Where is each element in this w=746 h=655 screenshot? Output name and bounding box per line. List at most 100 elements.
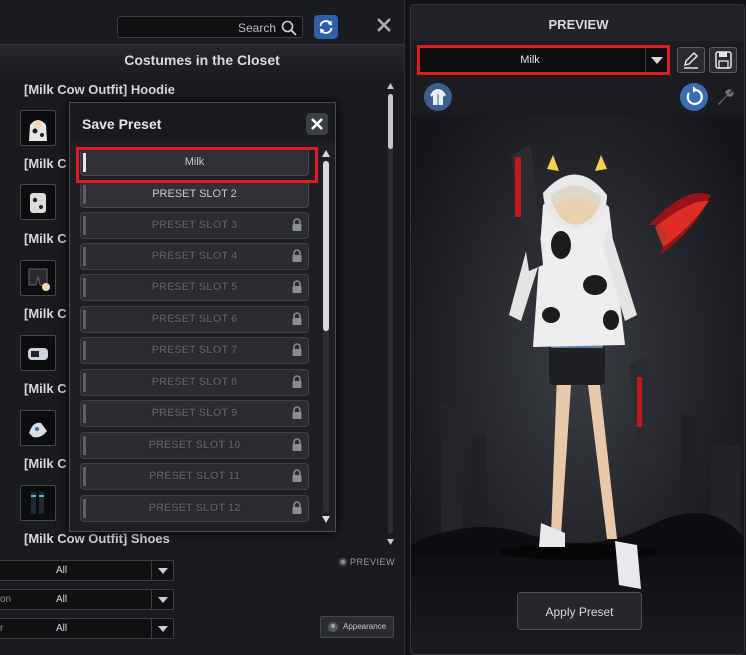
- preset-slot-locked[interactable]: PRESET SLOT 11: [80, 463, 309, 490]
- search-input[interactable]: Search: [117, 16, 303, 38]
- costume-thumbnail[interactable]: [20, 485, 56, 521]
- preset-slot[interactable]: Milk: [80, 149, 309, 176]
- search-icon[interactable]: [280, 19, 298, 37]
- preset-slot-locked[interactable]: PRESET SLOT 3: [80, 212, 309, 239]
- dialog-scroll-thumb[interactable]: [323, 161, 329, 331]
- slot-label: PRESET SLOT 2: [152, 188, 237, 200]
- slot-label: PRESET SLOT 8: [151, 376, 238, 388]
- accessory-thumbnail-icon: [28, 348, 48, 360]
- costume-thumbnail[interactable]: [20, 184, 56, 220]
- preview-toggle-label: PREVIEW: [350, 557, 396, 567]
- costume-thumbnail[interactable]: [20, 410, 56, 446]
- closet-item-label[interactable]: [Milk C: [24, 381, 67, 396]
- filter-value: All: [56, 623, 68, 634]
- dialog-scrollbar[interactable]: [321, 149, 331, 529]
- closet-scrollbar[interactable]: [386, 82, 395, 547]
- preset-select-arrow[interactable]: [645, 48, 667, 72]
- triangle-down-icon: [158, 626, 168, 632]
- radio-icon: [339, 558, 347, 566]
- socks-thumbnail-icon: [31, 492, 44, 514]
- filter-dropdown[interactable]: r All: [0, 618, 174, 639]
- preset-slot-locked[interactable]: PRESET SLOT 10: [80, 432, 309, 459]
- preset-slot-locked[interactable]: PRESET SLOT 7: [80, 337, 309, 364]
- rename-preset-button[interactable]: [677, 47, 705, 73]
- preset-slot-locked[interactable]: PRESET SLOT 12: [80, 495, 309, 522]
- filter-dropdown[interactable]: on All: [0, 589, 174, 610]
- closet-item-label[interactable]: [Milk Cow Outfit] Shoes: [24, 531, 170, 546]
- triangle-down-icon: [158, 597, 168, 603]
- appearance-button[interactable]: Appearance: [320, 616, 394, 638]
- lock-icon: [292, 406, 302, 419]
- pencil-icon: [683, 51, 699, 69]
- rotate-view-button[interactable]: [680, 83, 708, 111]
- dialog-title: Save Preset: [82, 116, 162, 132]
- lock-icon: [292, 280, 302, 293]
- costume-thumbnail[interactable]: [20, 260, 56, 296]
- save-preset-button[interactable]: [709, 47, 737, 73]
- refresh-button[interactable]: [314, 15, 338, 39]
- filter-arrow[interactable]: [151, 619, 173, 638]
- lock-icon: [292, 343, 302, 356]
- closet-header: Costumes in the Closet: [0, 44, 404, 74]
- close-closet-button[interactable]: [372, 13, 396, 37]
- filter-dropdown[interactable]: All: [0, 560, 174, 581]
- character-preview[interactable]: [411, 115, 744, 654]
- filter-value: All: [56, 594, 68, 605]
- scroll-up-icon[interactable]: [386, 82, 395, 90]
- triangle-down-icon: [158, 568, 168, 574]
- preset-slot-locked[interactable]: PRESET SLOT 4: [80, 243, 309, 270]
- scroll-down-icon[interactable]: [386, 538, 395, 546]
- costume-thumbnail[interactable]: [20, 110, 56, 146]
- preset-slot[interactable]: PRESET SLOT 2: [80, 181, 309, 208]
- top-thumbnail-icon: [30, 193, 46, 213]
- save-preset-dialog: Save Preset Milk PRESET SLOT 2 PRESET SL…: [69, 102, 336, 532]
- closet-item-label[interactable]: [Milk C: [24, 306, 67, 321]
- appearance-icon: [328, 622, 338, 632]
- filter-label: on: [0, 594, 12, 605]
- preview-title: PREVIEW: [548, 17, 609, 32]
- appearance-label: Appearance: [343, 622, 387, 631]
- preset-slot-locked[interactable]: PRESET SLOT 9: [80, 400, 309, 427]
- rotate-icon: [686, 86, 703, 106]
- preset-select[interactable]: Milk: [417, 45, 670, 75]
- slot-label: Milk: [184, 156, 205, 168]
- lock-icon: [292, 438, 302, 451]
- apply-preset-button[interactable]: Apply Preset: [517, 592, 642, 630]
- closet-item-label[interactable]: [Milk C: [24, 156, 67, 171]
- closet-item-label[interactable]: [Milk C: [24, 231, 67, 246]
- closet-item-label[interactable]: [Milk Cow Outfit] Hoodie: [24, 82, 175, 97]
- scroll-down-icon[interactable]: [321, 515, 331, 524]
- slot-label: PRESET SLOT 3: [151, 219, 238, 231]
- closet-scroll-thumb[interactable]: [388, 94, 393, 149]
- dialog-close-button[interactable]: [306, 113, 328, 135]
- lock-icon: [292, 375, 302, 388]
- lock-icon: [292, 312, 302, 325]
- filter-arrow[interactable]: [151, 561, 173, 580]
- lock-icon: [292, 469, 302, 482]
- slot-label: PRESET SLOT 11: [148, 470, 241, 482]
- character-preview-scene: [411, 115, 744, 654]
- hoodie-thumbnail-icon: [29, 120, 47, 141]
- slot-label: PRESET SLOT 9: [151, 407, 238, 419]
- preset-select-value: Milk: [520, 54, 540, 66]
- closet-title: Costumes in the Closet: [124, 52, 280, 68]
- scroll-up-icon[interactable]: [321, 149, 331, 158]
- preview-toggle[interactable]: PREVIEW: [338, 556, 398, 570]
- outfit-toggle-button[interactable]: [424, 83, 452, 111]
- wrench-icon[interactable]: [713, 85, 737, 109]
- closet-scroll-track[interactable]: [388, 94, 393, 534]
- lock-icon: [292, 218, 302, 231]
- gloves-thumbnail-icon: [29, 422, 47, 438]
- closet-item-label[interactable]: [Milk C: [24, 456, 67, 471]
- filter-arrow[interactable]: [151, 590, 173, 609]
- preset-slot-locked[interactable]: PRESET SLOT 5: [80, 274, 309, 301]
- costume-thumbnail[interactable]: [20, 335, 56, 371]
- preset-slot-locked[interactable]: PRESET SLOT 6: [80, 306, 309, 333]
- refresh-icon: [319, 20, 333, 34]
- shorts-thumbnail-icon: [28, 268, 50, 291]
- slot-label: PRESET SLOT 4: [151, 250, 238, 262]
- search-placeholder: Search: [237, 21, 276, 35]
- slot-label: PRESET SLOT 10: [148, 439, 241, 451]
- preset-slot-locked[interactable]: PRESET SLOT 8: [80, 369, 309, 396]
- hoodie-icon: [430, 89, 446, 105]
